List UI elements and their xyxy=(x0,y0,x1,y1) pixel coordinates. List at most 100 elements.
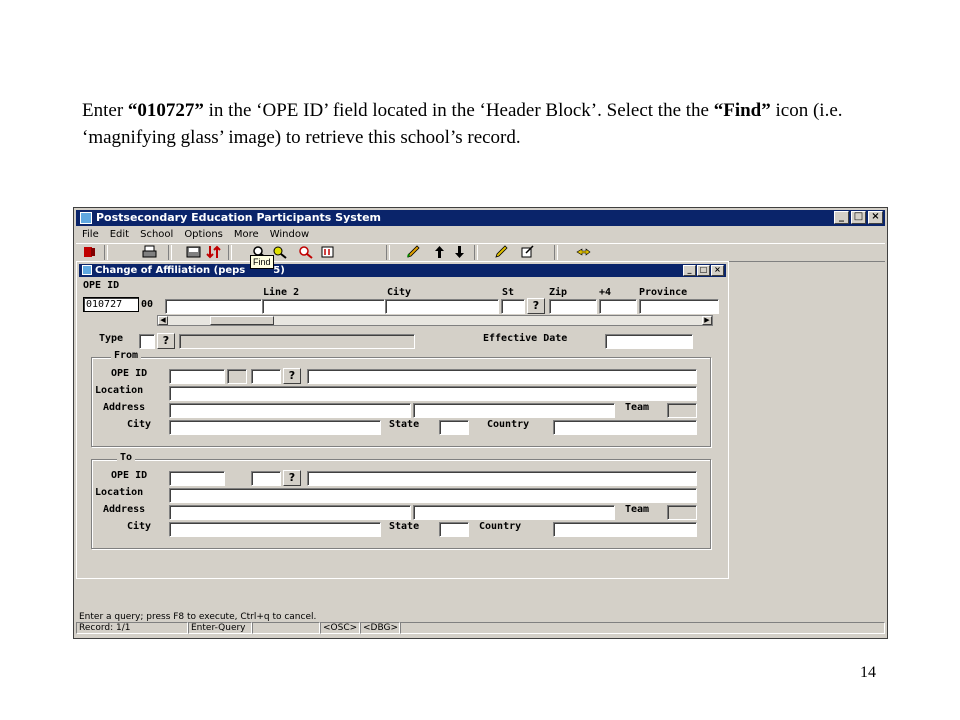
header-line2-input[interactable] xyxy=(262,299,385,314)
form-close-button[interactable]: × xyxy=(711,265,724,276)
header-plus4-input[interactable] xyxy=(599,299,637,314)
scroll-left-arrow[interactable]: ◀ xyxy=(158,316,168,325)
insert-record-icon[interactable] xyxy=(494,245,509,259)
header-st-label: St xyxy=(502,287,515,298)
to-address-label: Address xyxy=(103,504,146,515)
status-empty-panel xyxy=(252,622,320,634)
menu-edit[interactable]: Edit xyxy=(110,227,129,243)
header-state-lookup-button[interactable]: ? xyxy=(527,298,545,314)
scroll-thumb[interactable] xyxy=(210,316,274,325)
status-filler-panel xyxy=(400,622,885,634)
delete-record-icon[interactable] xyxy=(520,245,535,259)
type-lookup-button[interactable]: ? xyxy=(157,333,175,349)
from-country-label: Country xyxy=(487,419,530,430)
from-school-name-field[interactable] xyxy=(307,369,697,384)
header-state-input[interactable] xyxy=(501,299,525,314)
header-ope-suffix: 00 xyxy=(141,299,154,310)
menu-window[interactable]: Window xyxy=(270,227,309,243)
application-window: Postsecondary Education Participants Sys… xyxy=(73,207,888,639)
to-state-field[interactable] xyxy=(439,522,469,537)
app-title-bar[interactable]: Postsecondary Education Participants Sys… xyxy=(76,210,885,226)
header-city-label: City xyxy=(387,287,412,298)
scroll-right-arrow[interactable]: ▶ xyxy=(702,316,712,325)
to-ope-id-input[interactable] xyxy=(169,471,225,486)
header-line1-input[interactable] xyxy=(165,299,262,314)
form-maximize-button[interactable]: □ xyxy=(697,265,710,276)
form-minimize-button[interactable]: _ xyxy=(683,265,696,276)
to-country-label: Country xyxy=(479,521,522,532)
from-state-label: State xyxy=(389,419,420,430)
to-city-field[interactable] xyxy=(169,522,381,537)
from-address-line1-field[interactable] xyxy=(169,403,411,418)
from-address-label: Address xyxy=(103,402,146,413)
from-group-title: From xyxy=(111,350,142,361)
cancel-query-icon[interactable] xyxy=(298,245,313,259)
from-location-field[interactable] xyxy=(169,386,697,401)
from-city-label: City xyxy=(127,419,152,430)
from-ope-lookup-button[interactable]: ? xyxy=(283,368,301,384)
header-city-input[interactable] xyxy=(385,299,499,314)
form-title-tail: 5) xyxy=(273,265,285,276)
exit-icon[interactable] xyxy=(82,245,97,259)
from-ope-id-suffix-input[interactable] xyxy=(251,369,281,384)
from-location-label: Location xyxy=(95,385,144,396)
help-icon[interactable] xyxy=(576,245,591,259)
from-city-field[interactable] xyxy=(169,420,381,435)
menu-bar: File Edit School Options More Window xyxy=(76,227,309,243)
header-zip-label: Zip xyxy=(549,287,568,298)
to-country-field[interactable] xyxy=(553,522,697,537)
from-country-field[interactable] xyxy=(553,420,697,435)
type-input[interactable] xyxy=(139,334,155,349)
to-ope-id-suffix-input[interactable] xyxy=(251,471,281,486)
header-line2-label: Line 2 xyxy=(263,287,300,298)
to-ope-lookup-button[interactable]: ? xyxy=(283,470,301,486)
to-school-name-field[interactable] xyxy=(307,471,697,486)
to-group-title: To xyxy=(117,452,136,463)
page-number: 14 xyxy=(860,664,876,681)
maximize-button[interactable]: □ xyxy=(851,211,866,224)
status-dbg: <DBG> xyxy=(360,622,400,634)
to-location-field[interactable] xyxy=(169,488,697,503)
find-tooltip: Find xyxy=(250,255,274,269)
to-location-label: Location xyxy=(95,487,144,498)
app-icon xyxy=(80,212,92,224)
header-horizontal-scrollbar[interactable]: ◀ ▶ xyxy=(157,315,713,326)
to-city-label: City xyxy=(127,521,152,532)
sort-icon[interactable] xyxy=(206,245,221,259)
print-icon[interactable] xyxy=(142,245,157,259)
header-province-label: Province xyxy=(639,287,688,298)
from-address-line2-field[interactable] xyxy=(413,403,615,418)
header-province-input[interactable] xyxy=(639,299,719,314)
to-address-line1-field[interactable] xyxy=(169,505,411,520)
menu-options[interactable]: Options xyxy=(184,227,223,243)
close-button[interactable]: × xyxy=(868,211,883,224)
status-bar: Record: 1/1 Enter-Query <OSC> <DBG> xyxy=(76,622,885,634)
to-ope-id-label: OPE ID xyxy=(111,470,148,481)
status-mode: Enter-Query xyxy=(188,622,252,634)
header-plus4-label: +4 xyxy=(599,287,612,298)
next-record-icon[interactable] xyxy=(452,245,467,259)
type-label: Type xyxy=(99,333,124,344)
mdi-workspace: Change of Affiliation (peps 5) _ □ × OPE … xyxy=(76,261,729,579)
menu-school[interactable]: School xyxy=(140,227,173,243)
minimize-button[interactable]: _ xyxy=(834,211,849,224)
execute-query-icon[interactable] xyxy=(272,245,287,259)
status-message: Enter a query; press F8 to execute, Ctrl… xyxy=(79,612,317,622)
to-address-line2-field[interactable] xyxy=(413,505,615,520)
from-ope-id-input[interactable] xyxy=(169,369,225,384)
header-ope-id-input[interactable]: 010727 xyxy=(83,297,139,312)
status-osc: <OSC> xyxy=(320,622,360,634)
menu-file[interactable]: File xyxy=(82,227,99,243)
edit-pencil-icon[interactable] xyxy=(406,245,421,259)
previous-record-icon[interactable] xyxy=(432,245,447,259)
menu-more[interactable]: More xyxy=(234,227,259,243)
save-icon[interactable] xyxy=(186,245,201,259)
from-ope-id-label: OPE ID xyxy=(111,368,148,379)
to-team-field xyxy=(667,505,697,520)
header-zip-input[interactable] xyxy=(549,299,597,314)
effective-date-input[interactable] xyxy=(605,334,693,349)
form-title-bar[interactable]: Change of Affiliation (peps 5) _ □ × xyxy=(79,264,726,277)
from-state-field[interactable] xyxy=(439,420,469,435)
count-hits-icon[interactable] xyxy=(320,245,335,259)
from-team-label: Team xyxy=(625,402,650,413)
